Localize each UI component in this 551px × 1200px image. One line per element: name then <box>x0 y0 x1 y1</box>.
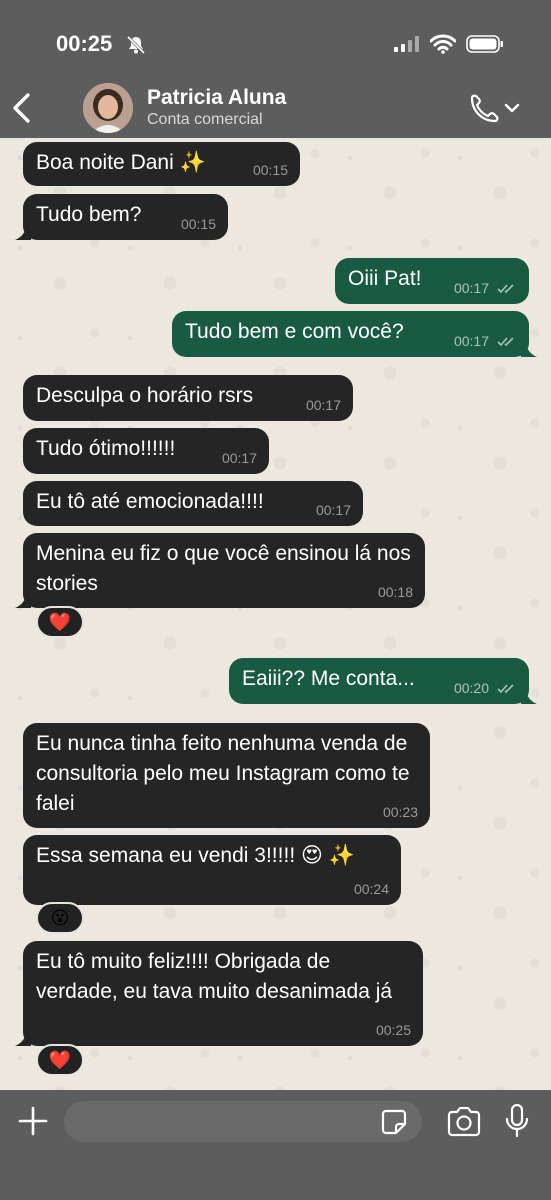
microphone-button[interactable] <box>505 1104 529 1138</box>
reaction-badge[interactable]: 😮 <box>36 902 84 934</box>
avatar[interactable] <box>83 83 133 133</box>
incoming-message[interactable]: Tudo bem? 00:15 <box>15 194 228 240</box>
message-time: 00:17 <box>315 502 351 518</box>
message-time: 00:17 <box>305 397 341 413</box>
read-receipt-icon <box>497 337 514 347</box>
message-time: 00:17 <box>453 280 489 296</box>
outgoing-message[interactable]: Tudo bem e com você? 00:17 <box>172 311 537 357</box>
message-text: Boa noite Dani ✨ <box>36 151 206 174</box>
read-receipt-icon <box>497 684 514 694</box>
message-text: Menina eu fiz o que você ensinou lá nos … <box>36 542 417 595</box>
battery-icon <box>466 35 503 53</box>
cell-signal-icon <box>394 36 419 52</box>
message-text: Eu tô muito feliz!!!! Obrigada de verdad… <box>36 950 393 1003</box>
bubble-tail <box>15 1030 31 1046</box>
incoming-message[interactable]: Boa noite Dani ✨ 00:15 <box>23 142 300 186</box>
bubble-tail <box>521 341 537 357</box>
incoming-message[interactable]: Essa semana eu vendi 3!!!!! 😍 ✨ 00:24 <box>23 835 401 905</box>
bubble-tail <box>15 592 31 608</box>
message-time: 00:15 <box>180 216 216 232</box>
message-time: 00:18 <box>377 584 413 600</box>
message-time: 00:20 <box>453 680 489 696</box>
read-receipt-icon <box>497 284 514 294</box>
contact-name[interactable]: Patricia Aluna <box>147 86 286 110</box>
message-time: 00:25 <box>375 1022 411 1038</box>
outgoing-message[interactable]: Eaiii?? Me conta... 00:20 <box>229 658 537 704</box>
incoming-message[interactable]: Desculpa o horário rsrs 00:17 <box>23 375 353 421</box>
message-text: Eu tô até emocionada!!!! <box>36 490 264 513</box>
contact-subtitle: Conta comercial <box>147 111 263 128</box>
incoming-message[interactable]: Eu nunca tinha feito nenhuma venda de co… <box>23 723 430 828</box>
message-time: 00:23 <box>382 804 418 820</box>
voice-call-button[interactable] <box>468 93 524 125</box>
bubble-tail <box>521 688 537 704</box>
message-time: 00:17 <box>453 333 489 349</box>
incoming-message[interactable]: Tudo ótimo!!!!!! 00:17 <box>23 428 269 474</box>
bubble-tail <box>15 224 31 240</box>
message-time: 00:17 <box>221 450 257 466</box>
attach-plus-button[interactable] <box>17 1105 49 1137</box>
incoming-message[interactable]: Eu tô muito feliz!!!! Obrigada de verdad… <box>15 941 423 1046</box>
message-time: 00:15 <box>252 162 288 178</box>
message-text: Eu nunca tinha feito nenhuma venda de co… <box>36 732 416 815</box>
incoming-message[interactable]: Menina eu fiz o que você ensinou lá nos … <box>15 533 425 608</box>
incoming-message[interactable]: Eu tô até emocionada!!!! 00:17 <box>23 481 363 526</box>
message-time: 00:24 <box>353 881 389 897</box>
message-input[interactable] <box>64 1101 422 1142</box>
reaction-badge[interactable]: ❤️ <box>36 606 84 638</box>
camera-button[interactable] <box>446 1107 482 1137</box>
status-time: 00:25 <box>56 31 113 56</box>
sticker-button[interactable] <box>380 1108 408 1136</box>
message-text: Desculpa o horário rsrs <box>36 384 254 407</box>
silent-bell-icon <box>126 35 146 55</box>
message-text: Oiii Pat! <box>348 267 422 290</box>
message-text: Essa semana eu vendi 3!!!!! 😍 ✨ <box>36 844 355 867</box>
wifi-icon <box>430 34 456 54</box>
back-button[interactable] <box>10 92 34 124</box>
reaction-badge[interactable]: ❤️ <box>36 1044 84 1076</box>
outgoing-message[interactable]: Oiii Pat! 00:17 <box>335 258 529 304</box>
contact-photo <box>83 83 133 133</box>
